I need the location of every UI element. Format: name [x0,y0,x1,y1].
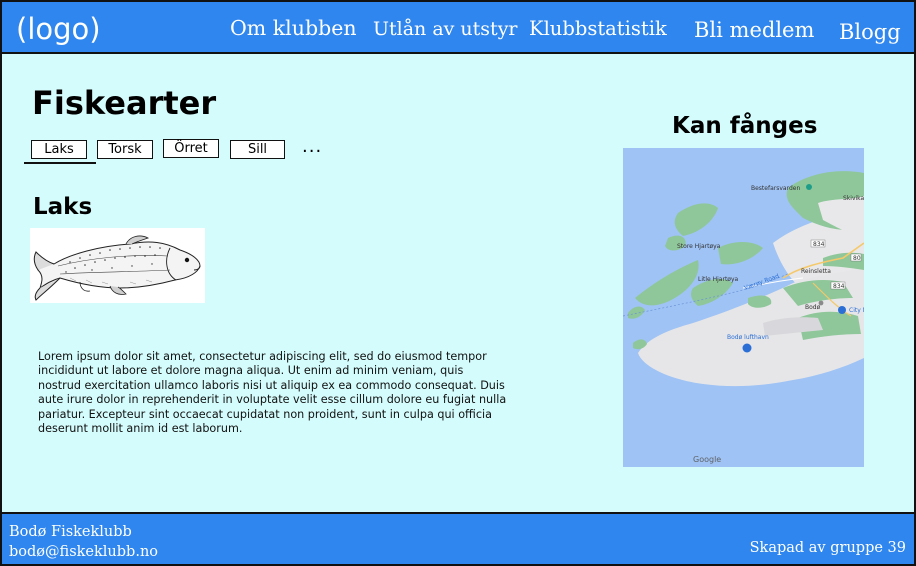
footer-email[interactable]: bodø@fiskeklubb.no [9,544,158,560]
page-frame: (logo) Om klubben Utlån av utstyr Klubbs… [0,0,916,566]
svg-text:Litle Hjartøya: Litle Hjartøya [698,276,739,283]
svg-text:80: 80 [853,255,861,262]
map-graphic: Bestefarsvarden Skivika Store Hjartøya L… [623,148,864,467]
tab-orret[interactable]: Örret [163,139,219,158]
tab-sill[interactable]: Sill [230,140,285,159]
nav-link-bli-medlem[interactable]: Bli medlem [694,18,814,42]
page-title: Fiskearter [32,84,217,122]
site-footer: Bodø Fiskeklubb bodø@fiskeklubb.no Skapa… [2,512,914,564]
active-tab-indicator [24,162,96,164]
footer-credits: Skapad av gruppe 39 [749,540,906,556]
svg-text:Store Hjartøya: Store Hjartøya [677,243,721,250]
top-navigation-bar: (logo) Om klubben Utlån av utstyr Klubbs… [2,2,914,54]
svg-text:Bodø: Bodø [805,304,821,311]
svg-text:Google: Google [693,455,721,464]
nav-link-blogg[interactable]: Blogg [839,20,901,44]
svg-text:Reinsletta: Reinsletta [801,268,831,275]
tab-torsk[interactable]: Torsk [97,140,153,159]
tab-laks[interactable]: Laks [31,140,87,159]
nav-link-klubbstatistik[interactable]: Klubbstatistik [529,17,667,40]
fish-icon [33,235,201,301]
footer-club-name: Bodø Fiskeklubb [9,524,132,540]
svg-text:834: 834 [833,283,845,290]
nav-link-utlan-av-utstyr[interactable]: Utlån av utstyr [373,18,518,40]
nav-link-om-klubben[interactable]: Om klubben [230,16,357,40]
svg-text:City N: City N [849,307,864,314]
logo-placeholder[interactable]: (logo) [16,12,101,46]
svg-text:Skivika: Skivika [843,195,864,202]
map-heading: Kan fånges [672,113,818,139]
species-description: Lorem ipsum dolor sit amet, consectetur … [38,350,507,436]
svg-text:Bodø lufthavn: Bodø lufthavn [727,334,769,341]
catch-location-map[interactable]: Bestefarsvarden Skivika Store Hjartøya L… [623,148,864,467]
species-heading: Laks [33,194,93,220]
salmon-illustration [30,228,205,303]
svg-text:Bestefarsvarden: Bestefarsvarden [751,185,800,192]
more-tabs-button[interactable]: ... [302,136,322,157]
svg-text:834: 834 [813,241,825,248]
